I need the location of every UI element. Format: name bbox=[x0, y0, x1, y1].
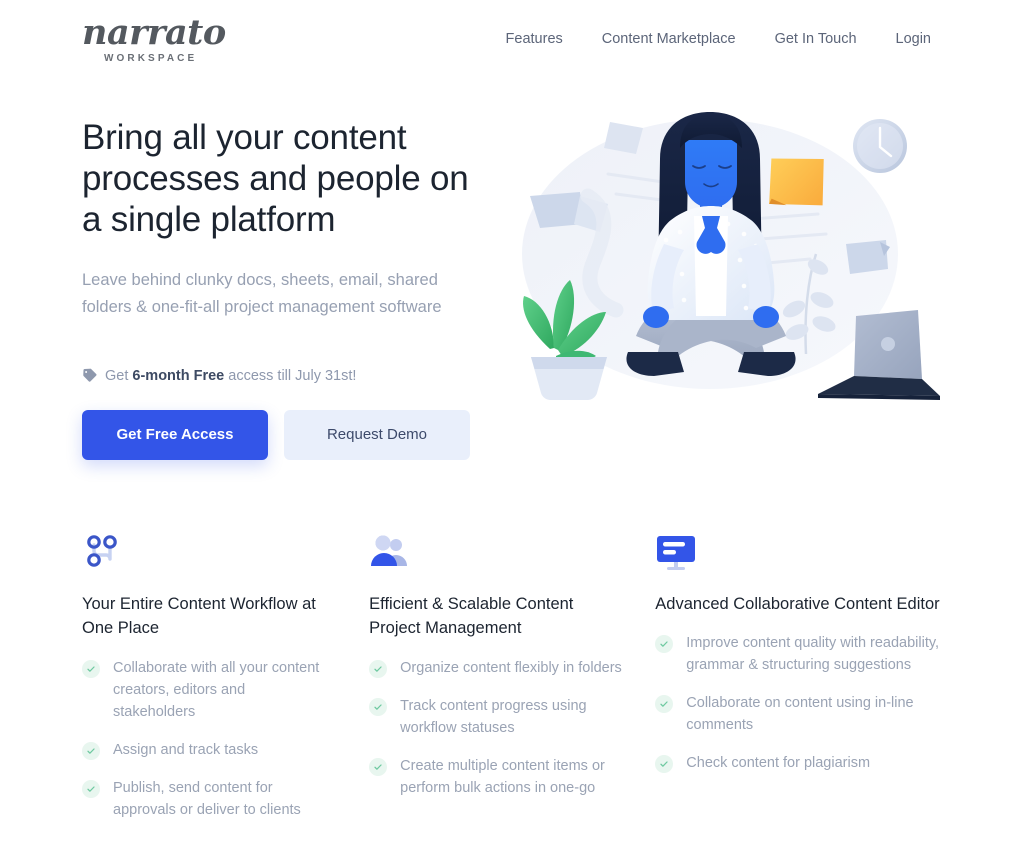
meditating-woman-illustration bbox=[522, 112, 940, 400]
feature-column-project-management: Efficient & Scalable Content Project Man… bbox=[369, 532, 655, 838]
promo-suffix: access till July 31st! bbox=[224, 367, 357, 384]
feature-list-item: Publish, send content for approvals or d… bbox=[82, 777, 324, 821]
cta-row: Get Free Access Request Demo bbox=[82, 409, 470, 460]
feature-icon-wrapper bbox=[369, 532, 625, 572]
hero-section: Bring all your content processes and peo… bbox=[0, 78, 1014, 460]
check-icon bbox=[82, 660, 100, 679]
feature-item-text: Create multiple content items or perform… bbox=[400, 758, 605, 797]
request-demo-button[interactable]: Request Demo bbox=[284, 409, 470, 460]
feature-list-item: Improve content quality with readability… bbox=[655, 632, 944, 676]
feature-list: Collaborate with all your content creato… bbox=[82, 657, 324, 821]
monitor-editor-icon bbox=[657, 535, 696, 570]
nav-link-get-in-touch[interactable]: Get In Touch bbox=[775, 31, 857, 47]
feature-icon-wrapper bbox=[82, 532, 324, 572]
feature-title: Efficient & Scalable Content Project Man… bbox=[369, 594, 574, 638]
brand-logo[interactable]: narrato WORKSPACE bbox=[82, 12, 226, 64]
feature-list-item: Collaborate on content using in-line com… bbox=[655, 692, 944, 736]
feature-list-item: Collaborate with all your content creato… bbox=[82, 657, 324, 723]
site-header: narrato WORKSPACE Features Content Marke… bbox=[0, 0, 1014, 78]
feature-item-text: Track content progress using workflow st… bbox=[400, 698, 587, 737]
brand-wordmark: narrato bbox=[82, 12, 226, 54]
feature-title: Advanced Collaborative Content Editor bbox=[655, 594, 940, 613]
check-icon bbox=[369, 660, 388, 679]
features-section: Your Entire Content Workflow at One Plac… bbox=[0, 532, 1014, 838]
promo-prefix: Get bbox=[105, 367, 133, 384]
feature-item-text: Organize content flexibly in folders bbox=[400, 660, 622, 677]
check-icon bbox=[655, 755, 674, 774]
feature-list-item: Track content progress using workflow st… bbox=[369, 695, 625, 739]
promo-text: Get 6-month Free access till July 31st! bbox=[105, 368, 356, 384]
nav-link-features[interactable]: Features bbox=[506, 31, 563, 47]
feature-list-item: Assign and track tasks bbox=[82, 739, 324, 761]
feature-item-text: Assign and track tasks bbox=[113, 742, 259, 759]
feature-item-text: Collaborate with all your content creato… bbox=[113, 660, 320, 721]
nav-link-login[interactable]: Login bbox=[896, 31, 931, 47]
feature-item-text: Collaborate on content using in-line com… bbox=[686, 695, 914, 734]
workflow-nodes-icon bbox=[87, 534, 117, 567]
clock-icon bbox=[853, 119, 907, 173]
feature-column-workflow: Your Entire Content Workflow at One Plac… bbox=[82, 532, 369, 838]
feature-list-item: Create multiple content items or perform… bbox=[369, 755, 625, 799]
feature-item-text: Check content for plagiarism bbox=[686, 755, 871, 772]
feature-item-text: Improve content quality with readability… bbox=[686, 635, 940, 674]
brand-tagline: WORKSPACE bbox=[104, 52, 198, 64]
get-free-access-button[interactable]: Get Free Access bbox=[82, 409, 268, 460]
feature-list-item: Check content for plagiarism bbox=[655, 752, 944, 774]
main-navigation: Features Content Marketplace Get In Touc… bbox=[506, 31, 932, 47]
check-icon bbox=[655, 695, 674, 714]
feature-list: Organize content flexibly in folders Tra… bbox=[369, 657, 625, 799]
check-icon bbox=[82, 742, 100, 761]
nav-link-content-marketplace[interactable]: Content Marketplace bbox=[602, 31, 736, 47]
hero-copy: Bring all your content processes and peo… bbox=[0, 104, 470, 460]
feature-item-text: Publish, send content for approvals or d… bbox=[113, 780, 301, 819]
feature-icon-wrapper bbox=[655, 532, 944, 572]
people-group-icon bbox=[371, 535, 408, 566]
check-icon bbox=[655, 635, 674, 654]
check-icon bbox=[369, 758, 388, 777]
hero-illustration bbox=[488, 104, 1014, 434]
page-title: Bring all your content processes and peo… bbox=[82, 118, 469, 239]
promo-banner: Get 6-month Free access till July 31st! bbox=[82, 368, 470, 384]
tag-icon bbox=[83, 368, 97, 382]
promo-highlight: 6-month Free bbox=[132, 367, 225, 384]
feature-list-item: Organize content flexibly in folders bbox=[369, 657, 625, 679]
feature-title: Your Entire Content Workflow at One Plac… bbox=[82, 594, 316, 638]
feature-column-editor: Advanced Collaborative Content Editor Im… bbox=[655, 532, 954, 838]
check-icon bbox=[369, 698, 388, 717]
hero-subtitle: Leave behind clunky docs, sheets, email,… bbox=[82, 270, 442, 317]
check-icon bbox=[82, 780, 100, 799]
feature-list: Improve content quality with readability… bbox=[655, 632, 944, 774]
sticky-note bbox=[769, 158, 824, 206]
